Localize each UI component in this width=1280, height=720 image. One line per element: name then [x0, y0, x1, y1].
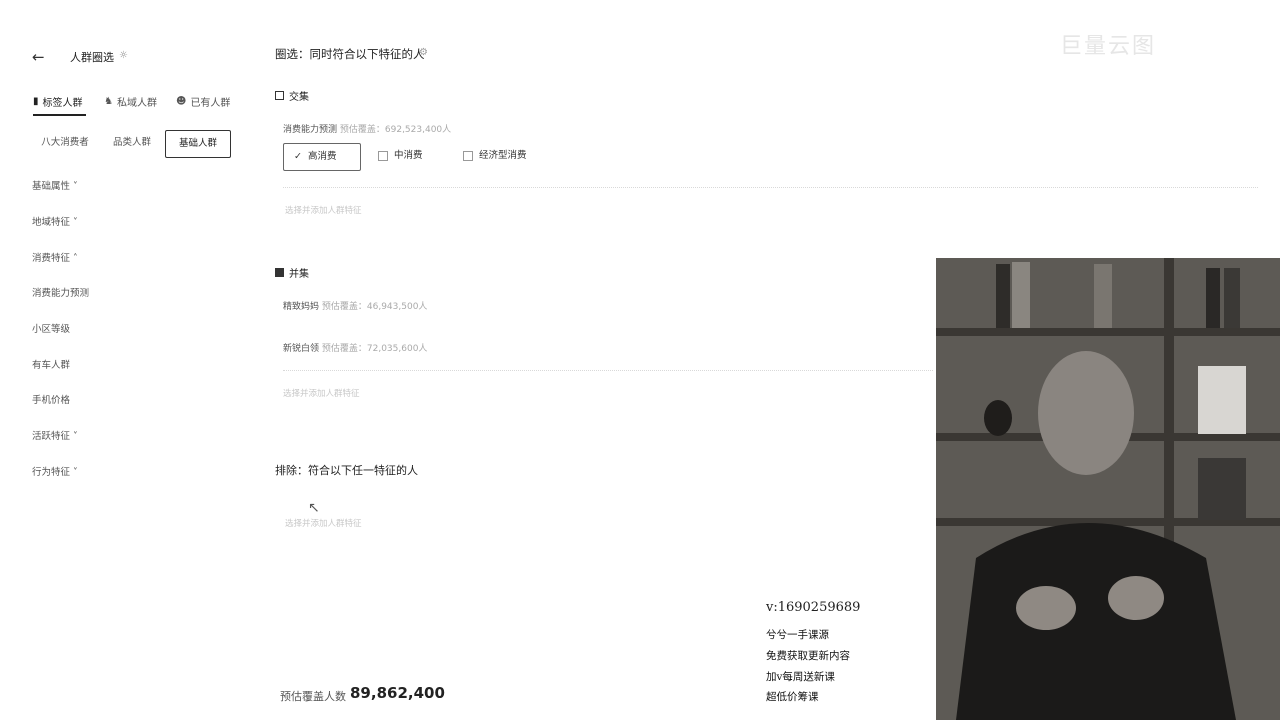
nav-car-owners[interactable]: 有车人群 [32, 357, 70, 371]
checkbox-icon [463, 151, 473, 161]
promo-line: 超低价筹课 [766, 691, 819, 703]
nav-consumption-ability[interactable]: 消费能力预测 [32, 285, 89, 299]
lightbulb-icon[interactable]: ☼ [119, 50, 128, 61]
webcam-frame-image [936, 258, 1280, 720]
tab-private-crowd[interactable]: ♞ 私域人群 [104, 94, 157, 109]
subtab-category-crowd[interactable]: 品类人群 [102, 130, 162, 156]
option-economy-consumption[interactable]: 经济型消费 [463, 143, 527, 169]
nav-basic-attributes[interactable]: 基础属性 ˅ [32, 178, 78, 192]
promo-line: 免费获取更新内容 [766, 650, 850, 662]
intersection-title: 交集 [289, 92, 309, 103]
union-icon [275, 268, 284, 277]
nav-behavior-features[interactable]: 行为特征 ˅ [32, 464, 78, 478]
union-header: 并集 [275, 265, 309, 280]
tab-label: 标签人群 [42, 98, 83, 109]
tab-label: 私域人群 [116, 98, 157, 109]
option-mid-consumption[interactable]: 中消费 [378, 143, 423, 169]
subtab-basic-crowd[interactable]: 基础人群 [165, 130, 231, 158]
check-icon: ✓ [294, 151, 302, 162]
active-tab-underline [33, 114, 86, 116]
checkbox-icon [378, 151, 388, 161]
union-item-label: 新锐白领 [283, 344, 320, 354]
nav-consumption-features[interactable]: 消费特征 ˄ [32, 250, 78, 264]
union-item: 新锐白领 预估覆盖：72,035,600人 [283, 341, 427, 354]
tab-label: 已有人群 [190, 98, 231, 109]
option-label: 中消费 [394, 150, 423, 161]
rule-consumption-ability: 消费能力预测 预估覆盖：692,523,400人 [283, 122, 451, 135]
intersection-icon [275, 91, 284, 100]
page-title: 圈选：同时符合以下特征的人 [275, 47, 425, 61]
promo-line: 兮兮一手课源 [766, 629, 829, 641]
union-item-label: 精致妈妈 [283, 302, 320, 312]
tab-existing-crowd[interactable]: ☻ 已有人群 [176, 94, 230, 109]
contact-text: v:1690259689 [766, 600, 861, 615]
union-title: 并集 [289, 269, 309, 280]
tag-icon: ▮ [33, 96, 39, 107]
watermark-text: 巨量云图 [1060, 34, 1157, 59]
rule-label: 消费能力预测 [283, 125, 338, 135]
divider [283, 370, 933, 372]
promo-line: 加v每周送新课 [766, 671, 835, 683]
tab-tag-crowd[interactable]: ▮ 标签人群 [33, 94, 83, 109]
gear-icon[interactable]: ⚙ [419, 47, 428, 58]
coverage-label: 预估覆盖人数 [280, 690, 346, 703]
add-feature-hint[interactable]: 选择并添加人群特征 [285, 204, 362, 216]
union-item: 精致妈妈 预估覆盖：46,943,500人 [283, 299, 427, 312]
option-label: 高消费 [307, 151, 337, 162]
subtab-eight-consumers[interactable]: 八大消费者 [34, 130, 96, 156]
rule-coverage: 预估覆盖：692,523,400人 [339, 125, 452, 135]
nav-region-features[interactable]: 地域特征 ˅ [32, 214, 78, 228]
intersection-header: 交集 [275, 88, 309, 103]
option-label: 经济型消费 [479, 150, 527, 161]
person-icon: ☻ [176, 96, 187, 107]
panel-title: 人群圈选 [70, 51, 114, 64]
nav-community-level[interactable]: 小区等级 [32, 321, 70, 335]
webcam-video [936, 258, 1280, 720]
option-high-consumption[interactable]: ✓ 高消费 [283, 143, 362, 171]
add-feature-hint[interactable]: 选择并添加人群特征 [283, 387, 360, 399]
union-item-coverage: 预估覆盖：72,035,600人 [321, 344, 428, 354]
back-arrow-icon[interactable]: ← [32, 48, 48, 66]
nav-activity-features[interactable]: 活跃特征 ˅ [32, 428, 78, 442]
mouse-cursor-icon: ↖ [308, 500, 320, 516]
divider [283, 187, 1258, 189]
exclude-heading: 排除：符合以下任一特征的人 [275, 464, 418, 477]
add-feature-hint[interactable]: 选择并添加人群特征 [285, 517, 362, 529]
nav-phone-price[interactable]: 手机价格 [32, 392, 70, 406]
union-item-coverage: 预估覆盖：46,943,500人 [321, 302, 428, 312]
people-icon: ♞ [104, 96, 113, 107]
coverage-count: 89,862,400 [350, 684, 445, 702]
